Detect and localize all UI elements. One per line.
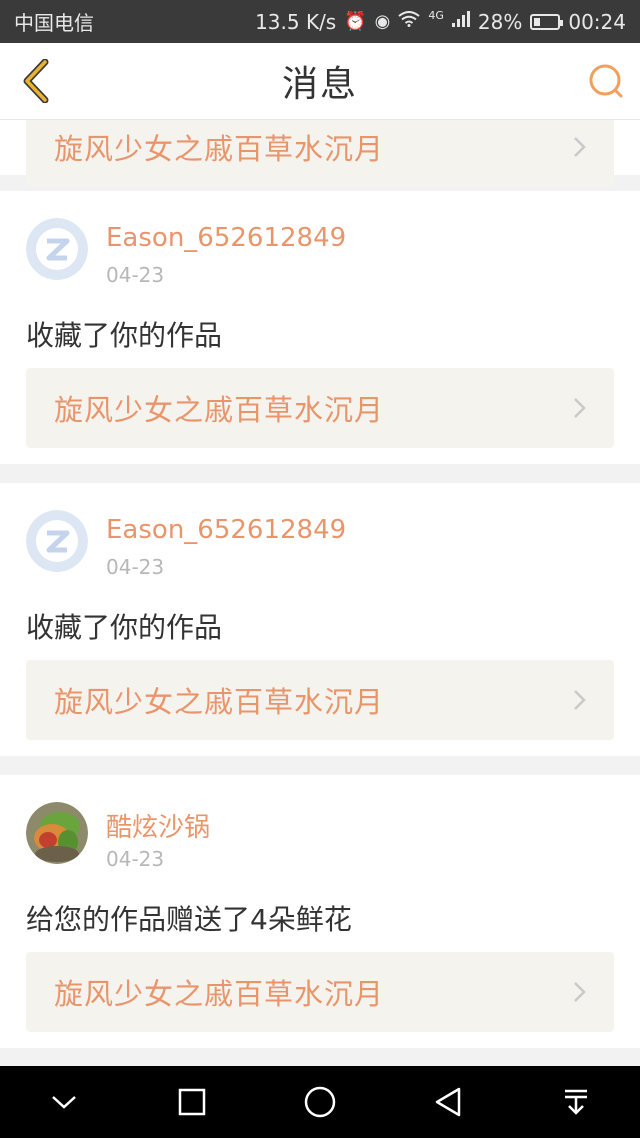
battery-icon	[530, 13, 564, 30]
signal-icon	[451, 11, 470, 32]
notification-button[interactable]	[551, 1077, 601, 1127]
message-action: 收藏了你的作品	[26, 611, 223, 644]
message-date: 04-23	[106, 847, 165, 871]
chevron-right-icon	[574, 137, 586, 157]
work-link[interactable]: 旋风少女之戚百草水沉月	[26, 660, 614, 740]
collapse-button[interactable]	[39, 1077, 89, 1127]
circle-icon	[304, 1086, 336, 1118]
work-link[interactable]: 旋风少女之戚百草水沉月	[26, 368, 614, 448]
message-list[interactable]: 旋风少女之戚百草水沉月 Eason_652612849 04-23 收藏了你的作…	[0, 120, 640, 1066]
avatar[interactable]	[26, 218, 88, 280]
default-avatar-icon	[26, 510, 88, 572]
chevron-down-icon	[52, 1096, 76, 1109]
header: 消息	[0, 43, 640, 120]
page-title: 消息	[281, 64, 358, 105]
wifi-icon	[398, 11, 420, 32]
flower-avatar-icon	[26, 802, 88, 864]
system-nav-bar	[0, 1066, 640, 1138]
work-link[interactable]: 旋风少女之戚百草水沉月	[26, 120, 614, 187]
chevron-right-icon	[574, 690, 586, 710]
message-card-partial: 旋风少女之戚百草水沉月	[0, 120, 640, 187]
message-card: Eason_652612849 04-23 收藏了你的作品 旋风少女之戚百草水沉…	[0, 191, 640, 464]
avatar[interactable]	[26, 802, 88, 864]
network-speed: 13.5 K/s	[255, 9, 337, 34]
clock: 00:24	[568, 9, 626, 34]
work-title: 旋风少女之戚百草水沉月	[54, 393, 385, 427]
back-system-button[interactable]	[423, 1077, 473, 1127]
user-name[interactable]: 酷炫沙锅	[106, 807, 210, 844]
search-icon	[589, 64, 623, 98]
status-bar: 中国电信 13.5 K/s ⏰ ◉ 4G 28% 00:24	[0, 0, 640, 43]
message-date: 04-23	[106, 263, 165, 287]
message-date: 04-23	[106, 555, 165, 579]
chevron-right-icon	[574, 982, 586, 1002]
message-card: Eason_652612849 04-23 收藏了你的作品 旋风少女之戚百草水沉…	[0, 483, 640, 756]
avatar[interactable]	[26, 510, 88, 572]
search-button[interactable]	[586, 61, 626, 101]
back-button[interactable]	[14, 59, 58, 103]
work-title: 旋风少女之戚百草水沉月	[54, 977, 385, 1011]
user-name[interactable]: Eason_652612849	[106, 223, 346, 253]
user-name[interactable]: Eason_652612849	[106, 515, 346, 545]
default-avatar-icon	[26, 218, 88, 280]
message-action: 收藏了你的作品	[26, 319, 223, 352]
home-button[interactable]	[295, 1077, 345, 1127]
chevron-right-icon	[574, 398, 586, 418]
work-link[interactable]: 旋风少女之戚百草水沉月	[26, 952, 614, 1032]
square-icon	[178, 1088, 206, 1116]
carrier-name: 中国电信	[14, 11, 94, 35]
battery-percent: 28%	[477, 9, 523, 34]
eye-icon: ◉	[374, 11, 391, 32]
network-type: 4G	[428, 9, 444, 22]
recents-button[interactable]	[167, 1077, 217, 1127]
alarm-icon: ⏰	[344, 11, 367, 32]
triangle-back-icon	[435, 1087, 461, 1117]
download-icon	[565, 1089, 587, 1115]
status-icons: 13.5 K/s ⏰ ◉ 4G 28% 00:24	[255, 9, 626, 34]
message-action: 给您的作品赠送了4朵鲜花	[26, 903, 352, 936]
work-title: 旋风少女之戚百草水沉月	[54, 132, 385, 166]
work-title: 旋风少女之戚百草水沉月	[54, 685, 385, 719]
chevron-left-icon	[23, 59, 49, 103]
message-card: 酷炫沙锅 04-23 给您的作品赠送了4朵鲜花 旋风少女之戚百草水沉月	[0, 775, 640, 1048]
